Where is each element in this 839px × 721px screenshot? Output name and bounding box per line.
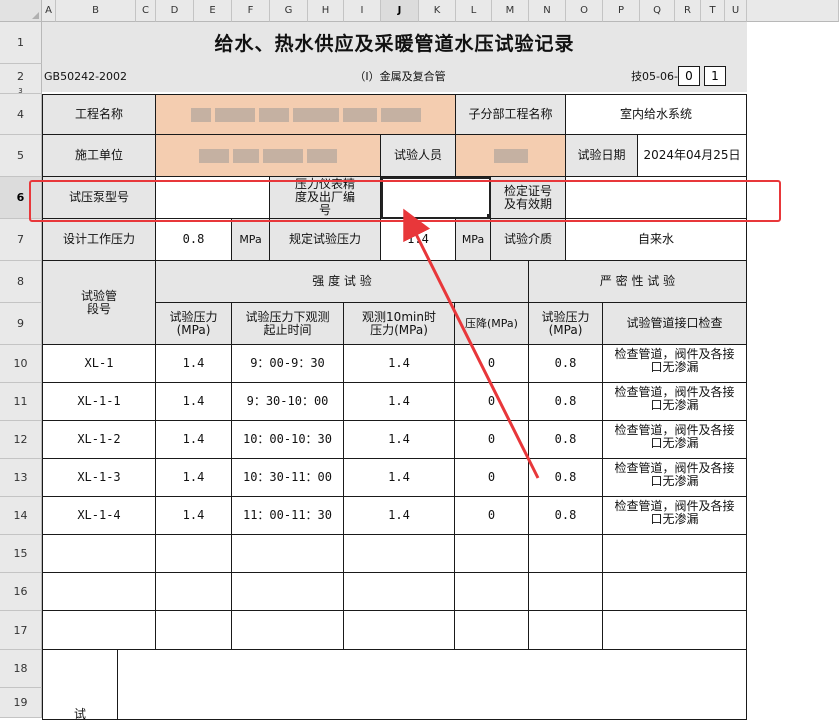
annotation-arrow (403, 208, 540, 479)
